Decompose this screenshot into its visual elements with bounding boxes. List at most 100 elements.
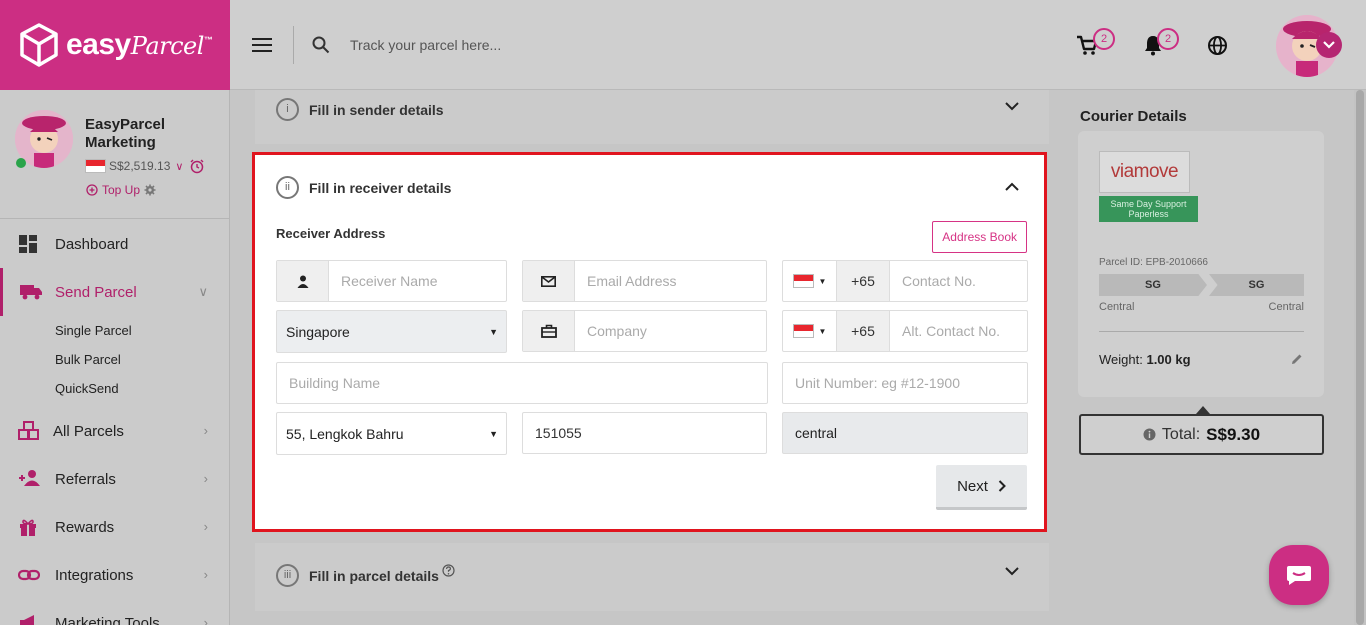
chevron-right-icon: › bbox=[203, 567, 208, 582]
chevron-down-icon[interactable] bbox=[1005, 567, 1019, 576]
contact-number-input[interactable] bbox=[890, 261, 1027, 301]
pencil-icon[interactable] bbox=[1291, 353, 1303, 365]
pointer-arrow bbox=[1196, 406, 1210, 414]
company-input[interactable] bbox=[575, 311, 766, 351]
street-select[interactable]: 55, Lengkok Bahru ▼ bbox=[276, 412, 507, 455]
nav-item-send-parcel[interactable]: Send Parcel ∨ bbox=[0, 268, 230, 316]
link-icon bbox=[18, 569, 40, 581]
help-icon[interactable] bbox=[442, 564, 455, 577]
country-code-dropdown[interactable]: ▼ bbox=[783, 261, 837, 301]
dashboard-icon bbox=[19, 235, 37, 253]
total-value: S$9.30 bbox=[1206, 424, 1261, 444]
nav-label: Send Parcel bbox=[55, 283, 137, 301]
divider bbox=[1099, 331, 1304, 332]
address-book-button[interactable]: Address Book bbox=[932, 221, 1027, 253]
info-icon[interactable] bbox=[1143, 428, 1156, 441]
parcel-id: Parcel ID: EPB-2010666 bbox=[1099, 257, 1208, 268]
postcode-input[interactable] bbox=[523, 413, 766, 453]
nav-item-rewards[interactable]: Rewards › bbox=[0, 503, 230, 551]
online-status-dot bbox=[16, 158, 26, 168]
step-number: iii bbox=[276, 564, 299, 587]
nav-item-marketing-tools[interactable]: Marketing Tools › bbox=[0, 599, 230, 625]
total-price: Total: S$9.30 bbox=[1079, 414, 1324, 455]
nav-item-referrals[interactable]: Referrals › bbox=[0, 455, 230, 503]
next-label: Next bbox=[957, 477, 988, 495]
country-code-dropdown[interactable]: ▼ bbox=[783, 311, 837, 351]
unit-number-input[interactable] bbox=[783, 363, 1027, 403]
dial-code: +65 bbox=[837, 311, 890, 351]
route-from-code: SG bbox=[1099, 274, 1207, 296]
envelope-icon bbox=[523, 261, 575, 301]
alt-contact-number-input[interactable] bbox=[890, 311, 1027, 351]
step-number: i bbox=[276, 98, 299, 121]
route-to-area: Central bbox=[1268, 301, 1304, 313]
globe-icon[interactable] bbox=[1207, 35, 1228, 56]
route-from-area: Central bbox=[1099, 301, 1135, 313]
brand-wordmark: easyParcel™ bbox=[66, 28, 213, 61]
dial-code: +65 bbox=[837, 261, 890, 301]
chevron-down-icon[interactable]: ∨ bbox=[175, 160, 183, 173]
profile-panel: EasyParcel Marketing S$2,519.13 ∨ Top Up bbox=[0, 90, 229, 219]
receiver-name-field[interactable] bbox=[276, 260, 507, 302]
next-button[interactable]: Next bbox=[936, 465, 1027, 510]
parcel-details-section[interactable]: iii Fill in parcel details bbox=[255, 543, 1049, 611]
gear-icon[interactable] bbox=[144, 184, 156, 196]
parcel-weight: Weight: 1.00 kg bbox=[1099, 352, 1191, 367]
sender-details-section[interactable]: i Fill in sender details bbox=[255, 90, 1049, 144]
building-name-field[interactable] bbox=[276, 362, 768, 404]
top-up-label: Top Up bbox=[102, 183, 141, 197]
company-field[interactable] bbox=[522, 310, 767, 352]
wallet-balance[interactable]: S$2,519.13 ∨ bbox=[85, 158, 205, 174]
chevron-down-icon[interactable] bbox=[1005, 102, 1019, 111]
menu-icon[interactable] bbox=[252, 38, 272, 52]
alarm-clock-icon[interactable] bbox=[189, 158, 205, 174]
unit-number-field[interactable] bbox=[782, 362, 1028, 404]
truck-icon bbox=[20, 285, 42, 300]
receiver-details-section: ii Fill in receiver details Receiver Add… bbox=[252, 152, 1047, 532]
balance-amount: S$2,519.13 bbox=[109, 159, 171, 173]
nav-item-dashboard[interactable]: Dashboard bbox=[0, 220, 230, 268]
chevron-up-icon[interactable] bbox=[1005, 182, 1019, 191]
building-name-input[interactable] bbox=[277, 363, 767, 403]
notification-count-badge: 2 bbox=[1157, 28, 1179, 50]
nav-item-integrations[interactable]: Integrations › bbox=[0, 551, 230, 599]
courier-logo: viamove bbox=[1099, 151, 1190, 193]
top-bar: 2 2 bbox=[230, 0, 1366, 90]
alt-contact-number-field[interactable]: ▼ +65 bbox=[782, 310, 1028, 352]
section-title: Fill in receiver details bbox=[309, 179, 452, 196]
boxes-icon bbox=[18, 421, 39, 440]
nav-label: Dashboard bbox=[55, 235, 129, 253]
contact-number-field[interactable]: ▼ +65 bbox=[782, 260, 1028, 302]
receiver-name-input[interactable] bbox=[329, 261, 506, 301]
route-indicator: SG SG bbox=[1099, 274, 1304, 296]
page-scrollbar[interactable] bbox=[1354, 90, 1366, 625]
top-up-link[interactable]: Top Up bbox=[86, 183, 156, 197]
email-field[interactable] bbox=[522, 260, 767, 302]
email-input[interactable] bbox=[575, 261, 766, 301]
chevron-right-icon bbox=[998, 480, 1006, 492]
nav-sub-quicksend[interactable]: QuickSend bbox=[0, 374, 230, 403]
nav-item-all-parcels[interactable]: All Parcels › bbox=[0, 407, 230, 455]
nav-label: Integrations bbox=[55, 566, 134, 584]
add-user-icon bbox=[19, 470, 40, 486]
chevron-right-icon: › bbox=[203, 615, 208, 625]
step-number: ii bbox=[276, 176, 299, 199]
postcode-field[interactable] bbox=[522, 412, 767, 454]
courier-details-heading: Courier Details bbox=[1080, 108, 1187, 125]
brand-logo[interactable]: easyParcel™ bbox=[0, 0, 230, 90]
main-nav: Dashboard Send Parcel ∨ Single Parcel Bu… bbox=[0, 220, 230, 625]
track-parcel-input[interactable] bbox=[340, 32, 740, 58]
caret-down-icon: ▼ bbox=[489, 428, 498, 439]
nav-sub-bulk-parcel[interactable]: Bulk Parcel bbox=[0, 345, 230, 374]
country-select[interactable]: Singapore ▼ bbox=[276, 310, 507, 353]
street-value: 55, Lengkok Bahru bbox=[286, 425, 404, 442]
nav-sub-single-parcel[interactable]: Single Parcel bbox=[0, 316, 230, 345]
cart-count-badge: 2 bbox=[1093, 28, 1115, 50]
section-title: Fill in sender details bbox=[309, 101, 444, 118]
chat-button[interactable] bbox=[1269, 545, 1329, 605]
account-dropdown-icon[interactable] bbox=[1316, 32, 1342, 58]
singapore-flag-icon bbox=[792, 274, 814, 288]
caret-down-icon: ▼ bbox=[818, 276, 827, 286]
scrollbar-thumb[interactable] bbox=[1356, 90, 1364, 625]
user-icon bbox=[277, 261, 329, 301]
